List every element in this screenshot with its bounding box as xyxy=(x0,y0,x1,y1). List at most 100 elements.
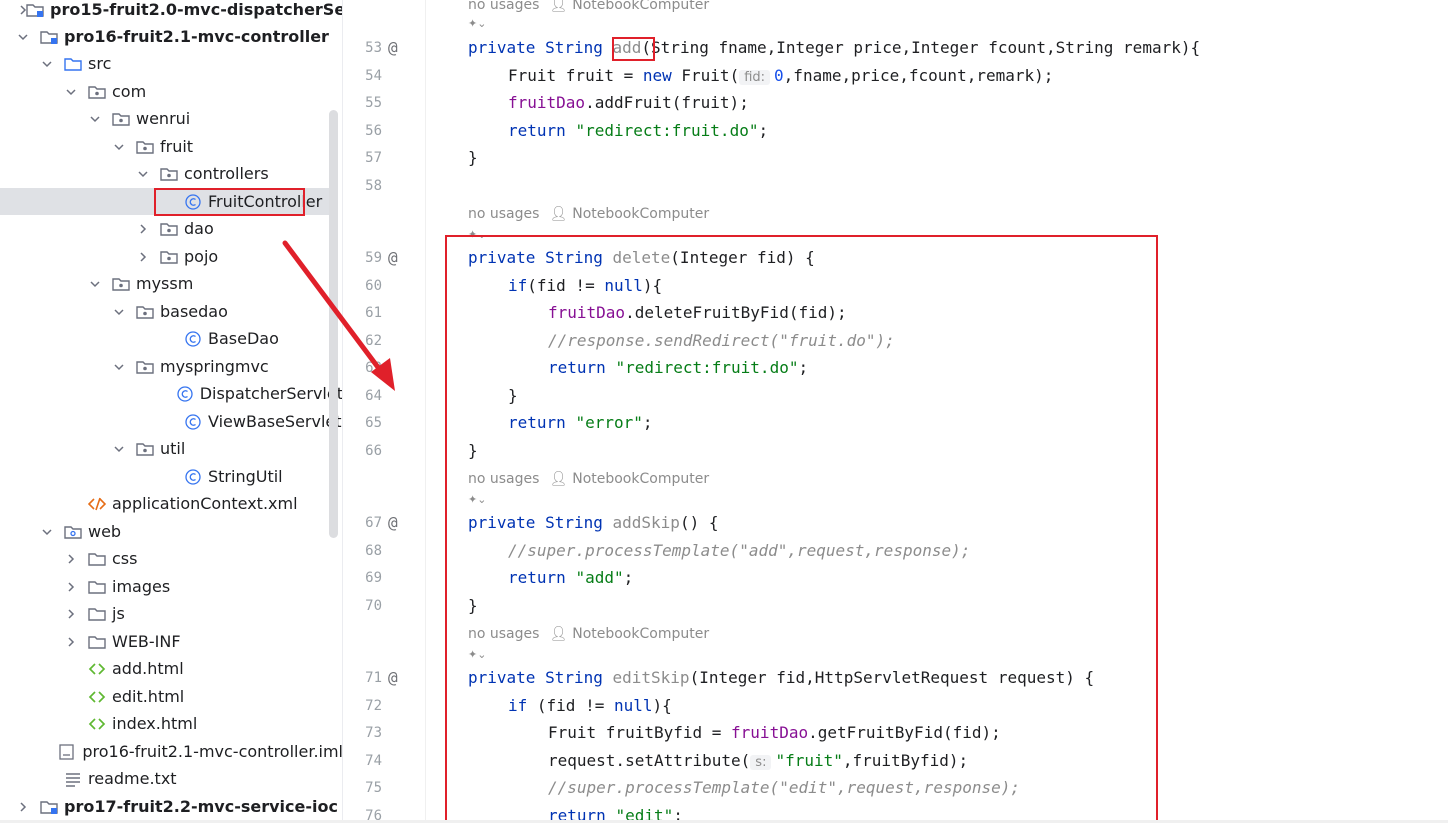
ai-hint-icon[interactable]: ✦⌄ xyxy=(468,493,486,506)
code-line[interactable]: if (fid != null){ xyxy=(508,696,672,715)
code-comment[interactable]: //response.sendRedirect("fruit.do"); xyxy=(548,331,895,350)
code-line[interactable]: } xyxy=(468,441,478,460)
code-comment[interactable]: //super.processTemplate("add",request,re… xyxy=(508,541,970,560)
line-number[interactable]: 55 xyxy=(350,95,382,111)
line-number[interactable]: 75 xyxy=(350,780,382,796)
chevron-right-icon[interactable] xyxy=(16,800,30,814)
request-mapping-icon[interactable]: @ xyxy=(388,248,398,267)
code-lens[interactable]: no usages 👤︎ NotebookComputer xyxy=(468,206,709,222)
tree-item[interactable]: myspringmvc xyxy=(0,353,343,380)
tree-item[interactable]: pro16-fruit2.1-mvc-controller xyxy=(0,23,343,50)
line-number[interactable]: 59 xyxy=(350,250,382,266)
ai-hint-icon[interactable]: ✦⌄ xyxy=(468,648,486,661)
code-line[interactable]: private String delete(Integer fid) { xyxy=(468,248,815,267)
line-number[interactable]: 74 xyxy=(350,753,382,769)
code-line[interactable]: } xyxy=(468,148,478,167)
line-number[interactable]: 56 xyxy=(350,123,382,139)
line-number[interactable]: 69 xyxy=(350,570,382,586)
chevron-right-icon[interactable] xyxy=(136,222,150,236)
tree-item[interactable]: fruit xyxy=(0,133,343,160)
tree-item[interactable]: css xyxy=(0,545,343,572)
tree-item[interactable]: dao xyxy=(0,215,343,242)
chevron-down-icon[interactable] xyxy=(88,112,102,126)
tree-item[interactable]: pro16-fruit2.1-mvc-controller.iml xyxy=(0,738,343,765)
method-name-delete[interactable]: delete xyxy=(613,248,671,267)
chevron-down-icon[interactable] xyxy=(40,57,54,71)
code-line[interactable]: return "redirect:fruit.do"; xyxy=(548,358,808,377)
line-number[interactable]: 66 xyxy=(350,443,382,459)
line-number[interactable]: 71 xyxy=(350,670,382,686)
tree-item[interactable]: controllers xyxy=(0,160,343,187)
line-number[interactable]: 63 xyxy=(350,360,382,376)
chevron-down-icon[interactable] xyxy=(16,30,30,44)
author-info[interactable]: 👤︎ NotebookComputer xyxy=(549,206,709,222)
chevron-down-icon[interactable] xyxy=(136,167,150,181)
tree-item[interactable]: myssm xyxy=(0,270,343,297)
code-line[interactable]: return "error"; xyxy=(508,413,653,432)
line-number[interactable]: 64 xyxy=(350,388,382,404)
tree-item[interactable]: util xyxy=(0,435,343,462)
code-line[interactable]: Fruit fruitByfid = fruitDao.getFruitByFi… xyxy=(548,723,1001,742)
line-number[interactable]: 58 xyxy=(350,178,382,194)
line-number[interactable]: 60 xyxy=(350,278,382,294)
tree-item[interactable]: pojo xyxy=(0,243,343,270)
tree-item[interactable]: basedao xyxy=(0,298,343,325)
chevron-down-icon[interactable] xyxy=(112,442,126,456)
code-line[interactable]: fruitDao.addFruit(fruit); xyxy=(508,93,749,112)
chevron-down-icon[interactable] xyxy=(40,525,54,539)
code-lens[interactable]: no usages 👤︎ NotebookComputer xyxy=(468,471,709,487)
tree-item[interactable]: StringUtil xyxy=(0,463,343,490)
line-number[interactable]: 53 xyxy=(350,40,382,56)
line-number[interactable]: 68 xyxy=(350,543,382,559)
code-line[interactable]: Fruit fruit = new Fruit(fid: 0,fname,pric… xyxy=(508,66,1053,85)
chevron-right-icon[interactable] xyxy=(64,580,78,594)
author-info[interactable]: 👤︎ NotebookComputer xyxy=(549,471,709,487)
chevron-down-icon[interactable] xyxy=(88,277,102,291)
code-comment[interactable]: //super.processTemplate("edit",request,r… xyxy=(548,778,1020,797)
tree-item[interactable]: edit.html xyxy=(0,683,343,710)
code-line[interactable]: request.setAttribute(s: "fruit",fruitByfi… xyxy=(548,751,968,770)
code-line[interactable]: private String addSkip() { xyxy=(468,513,718,532)
request-mapping-icon[interactable]: @ xyxy=(388,668,398,687)
tree-item[interactable]: com xyxy=(0,78,343,105)
panel-divider[interactable] xyxy=(342,0,343,823)
author-info[interactable]: 👤︎ NotebookComputer xyxy=(549,626,709,642)
code-line[interactable]: return "add"; xyxy=(508,568,633,587)
tree-item[interactable]: FruitController xyxy=(0,188,329,215)
line-number[interactable]: 62 xyxy=(350,333,382,349)
tree-item[interactable]: pro17-fruit2.2-mvc-service-ioc xyxy=(0,793,343,820)
line-number[interactable]: 65 xyxy=(350,415,382,431)
tree-scrollbar[interactable] xyxy=(329,110,338,538)
tree-item[interactable]: web xyxy=(0,518,343,545)
code-line[interactable]: return "redirect:fruit.do"; xyxy=(508,121,768,140)
chevron-right-icon[interactable] xyxy=(136,250,150,264)
code-lens[interactable]: no usages 👤︎ NotebookComputer xyxy=(468,626,709,642)
line-number[interactable]: 67 xyxy=(350,515,382,531)
code-line[interactable]: if(fid != null){ xyxy=(508,276,662,295)
method-name-addskip[interactable]: addSkip xyxy=(613,513,680,532)
chevron-down-icon[interactable] xyxy=(112,360,126,374)
request-mapping-icon[interactable]: @ xyxy=(388,38,398,57)
chevron-down-icon[interactable] xyxy=(112,305,126,319)
code-lens[interactable]: no usages 👤︎ NotebookComputer xyxy=(468,0,709,13)
tree-item[interactable]: images xyxy=(0,573,343,600)
code-line[interactable]: } xyxy=(508,386,518,405)
author-info[interactable]: 👤︎ NotebookComputer xyxy=(549,0,709,13)
chevron-down-icon[interactable] xyxy=(64,85,78,99)
ai-hint-icon[interactable]: ✦⌄ xyxy=(468,17,486,30)
tree-item[interactable]: src xyxy=(0,50,343,77)
chevron-right-icon[interactable] xyxy=(64,552,78,566)
tree-item[interactable]: DispatcherServlet xyxy=(0,380,343,407)
code-line[interactable]: } xyxy=(468,596,478,615)
line-number[interactable]: 72 xyxy=(350,698,382,714)
tree-item[interactable]: applicationContext.xml xyxy=(0,490,343,517)
ai-hint-icon[interactable]: ✦⌄ xyxy=(468,228,486,241)
method-name-editskip[interactable]: editSkip xyxy=(613,668,690,687)
tree-item[interactable]: WEB-INF xyxy=(0,628,343,655)
tree-item[interactable]: add.html xyxy=(0,655,343,682)
request-mapping-icon[interactable]: @ xyxy=(388,513,398,532)
tree-item[interactable]: BaseDao xyxy=(0,325,343,352)
code-line[interactable]: private String add(String fname,Integer … xyxy=(468,38,1200,57)
chevron-right-icon[interactable] xyxy=(64,607,78,621)
tree-item[interactable]: readme.txt xyxy=(0,765,343,792)
